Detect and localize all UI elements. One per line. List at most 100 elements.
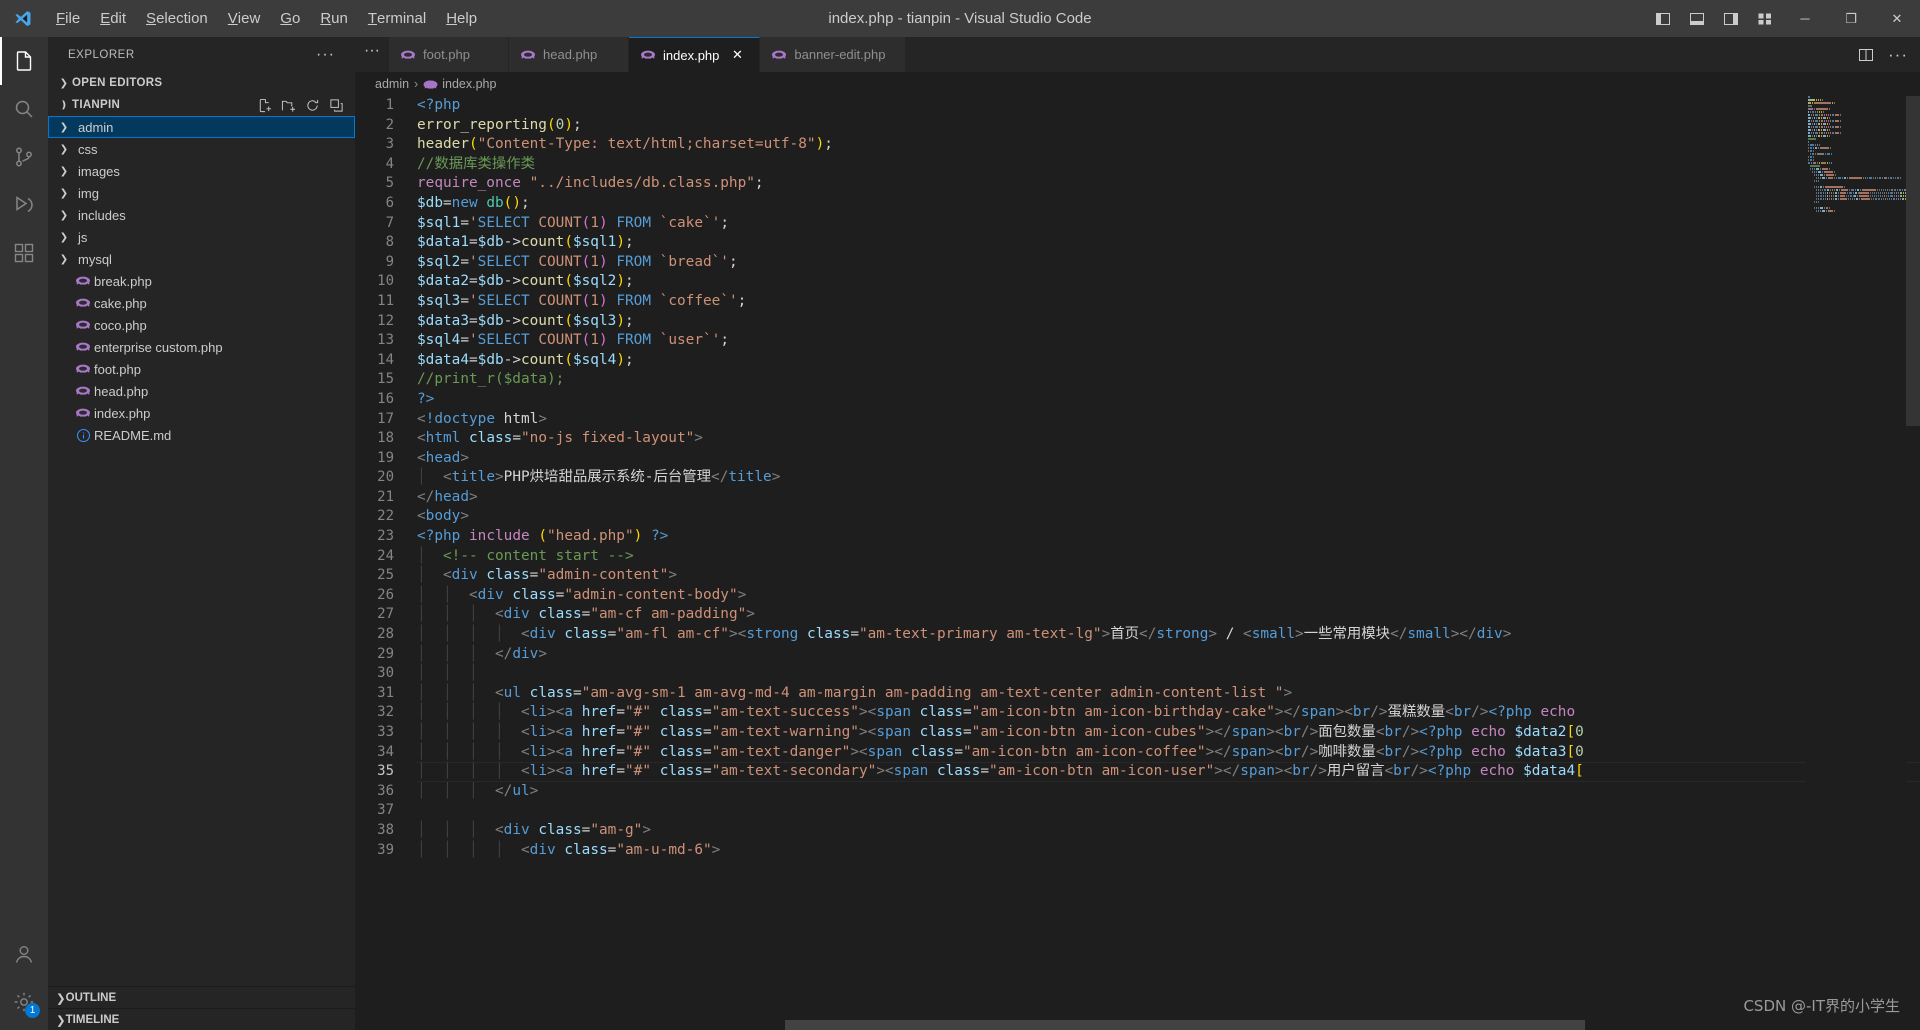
- menu-item-go[interactable]: Go: [270, 0, 310, 37]
- code-line[interactable]: 18 <html class="no-js fixed-layout">: [355, 429, 1920, 449]
- tab-close-icon[interactable]: ✕: [727, 45, 747, 65]
- menu-item-file[interactable]: File: [46, 0, 90, 37]
- code-line[interactable]: 21 </head>: [355, 488, 1920, 508]
- code-line[interactable]: 20 │ <title>PHP烘培甜品展示系统-后台管理</title>: [355, 468, 1920, 488]
- code-line[interactable]: 38 │ │ │ <div class="am-g">: [355, 821, 1920, 841]
- menu-item-run[interactable]: Run: [310, 0, 358, 37]
- code-line[interactable]: 36 │ │ │ </ul>: [355, 782, 1920, 802]
- section-open-editors[interactable]: ❯ OPEN EDITORS: [48, 72, 355, 94]
- settings-gear-icon[interactable]: 1: [0, 978, 48, 1026]
- extensions-icon[interactable]: [0, 229, 48, 277]
- menu-item-view[interactable]: View: [218, 0, 271, 37]
- minimap[interactable]: [1806, 96, 1906, 1030]
- code-line[interactable]: 13 $sql4='SELECT COUNT(1) FROM `user`';: [355, 331, 1920, 351]
- tab-foot-php[interactable]: foot.php: [389, 37, 509, 72]
- code-line[interactable]: 24 │ <!-- content start -->: [355, 547, 1920, 567]
- menu-item-help[interactable]: Help: [436, 0, 487, 37]
- tree-item-includes[interactable]: ❯ includes: [48, 204, 355, 226]
- code-line[interactable]: 3 header("Content-Type: text/html;charset…: [355, 135, 1920, 155]
- code-line[interactable]: 28 │ │ │ │ <div class="am-fl am-cf"><stro…: [355, 625, 1920, 645]
- code-lines[interactable]: 1 <?php 2 error_reporting(0); 3 header("Conte…: [355, 96, 1920, 1030]
- code-line[interactable]: 23 <?php include ("head.php") ?>: [355, 527, 1920, 547]
- code-line[interactable]: 29 │ │ │ </div>: [355, 645, 1920, 665]
- refresh-icon[interactable]: [301, 94, 323, 116]
- collapse-all-icon[interactable]: [325, 94, 347, 116]
- code-line[interactable]: 19 <head>: [355, 449, 1920, 469]
- tree-item-foot-php[interactable]: foot.php: [48, 358, 355, 380]
- code-line[interactable]: 35 │ │ │ │ <li><a href="#" class="am-text…: [355, 762, 1920, 782]
- tab-head-php[interactable]: head.php: [509, 37, 629, 72]
- tree-item-admin[interactable]: ❯ admin: [48, 116, 355, 138]
- panel-right-icon[interactable]: [1714, 0, 1748, 37]
- sidebar-more-actions-icon[interactable]: ···: [316, 46, 335, 64]
- overflow-tabs-icon[interactable]: ···: [355, 37, 389, 65]
- section-outline[interactable]: ❯ OUTLINE: [48, 986, 355, 1008]
- code-line[interactable]: 37: [355, 801, 1920, 821]
- code-line[interactable]: 33 │ │ │ │ <li><a href="#" class="am-text…: [355, 723, 1920, 743]
- source-control-icon[interactable]: [0, 133, 48, 181]
- code-line[interactable]: 6 $db=new db();: [355, 194, 1920, 214]
- accounts-icon[interactable]: [0, 930, 48, 978]
- search-icon[interactable]: [0, 85, 48, 133]
- code-line[interactable]: 25 │ <div class="admin-content">: [355, 566, 1920, 586]
- tree-item-coco-php[interactable]: coco.php: [48, 314, 355, 336]
- run-debug-icon[interactable]: [0, 181, 48, 229]
- close-button[interactable]: ✕: [1874, 0, 1920, 37]
- vertical-scrollbar[interactable]: [1906, 96, 1920, 1030]
- maximize-button[interactable]: ❐: [1828, 0, 1874, 37]
- tree-item-index-php[interactable]: index.php: [48, 402, 355, 424]
- code-line[interactable]: 12 $data3=$db->count($sql3);: [355, 312, 1920, 332]
- tree-item-readme-md[interactable]: README.md: [48, 424, 355, 446]
- code-line[interactable]: 9 $sql2='SELECT COUNT(1) FROM `bread`';: [355, 253, 1920, 273]
- code-line[interactable]: 31 │ │ │ <ul class="am-avg-sm-1 am-avg-md…: [355, 684, 1920, 704]
- code-line[interactable]: 26 │ │ <div class="admin-content-body">: [355, 586, 1920, 606]
- menu-item-terminal[interactable]: Terminal: [358, 0, 436, 37]
- code-line[interactable]: 2 error_reporting(0);: [355, 116, 1920, 136]
- code-line[interactable]: 30 │ │ │: [355, 664, 1920, 684]
- split-editor-icon[interactable]: [1852, 41, 1880, 69]
- tree-item-enterprise-custom-php[interactable]: enterprise custom.php: [48, 336, 355, 358]
- tree-item-js[interactable]: ❯ js: [48, 226, 355, 248]
- code-line[interactable]: 22 <body>: [355, 507, 1920, 527]
- tree-item-images[interactable]: ❯ images: [48, 160, 355, 182]
- code-line[interactable]: 1 <?php: [355, 96, 1920, 116]
- horizontal-scrollbar[interactable]: [785, 1020, 1585, 1030]
- file-tree[interactable]: ❯ admin ❯ css ❯ images ❯ img ❯ includes ❯ js ❯ mysql b…: [48, 116, 355, 986]
- code-line[interactable]: 4 //数据库类操作类: [355, 155, 1920, 175]
- panel-bottom-icon[interactable]: [1680, 0, 1714, 37]
- tree-item-css[interactable]: ❯ css: [48, 138, 355, 160]
- scrollbar-thumb[interactable]: [1906, 96, 1920, 426]
- tab-banner-edit-php[interactable]: banner-edit.php: [760, 37, 907, 72]
- section-timeline[interactable]: ❯ TIMELINE: [48, 1008, 355, 1030]
- code-line[interactable]: 5 require_once "../includes/db.class.php"…: [355, 174, 1920, 194]
- code-line[interactable]: 7 $sql1='SELECT COUNT(1) FROM `cake`';: [355, 214, 1920, 234]
- tree-item-break-php[interactable]: break.php: [48, 270, 355, 292]
- code-line[interactable]: 32 │ │ │ │ <li><a href="#" class="am-text…: [355, 703, 1920, 723]
- menu-item-selection[interactable]: Selection: [136, 0, 218, 37]
- tree-item-img[interactable]: ❯ img: [48, 182, 355, 204]
- code-line[interactable]: 15 //print_r($data);: [355, 370, 1920, 390]
- minimize-button[interactable]: ─: [1782, 0, 1828, 37]
- tab-index-php[interactable]: index.php ✕: [629, 37, 761, 72]
- more-actions-icon[interactable]: ···: [1884, 41, 1912, 69]
- code-line[interactable]: 34 │ │ │ │ <li><a href="#" class="am-text…: [355, 743, 1920, 763]
- code-line[interactable]: 8 $data1=$db->count($sql1);: [355, 233, 1920, 253]
- tree-item-head-php[interactable]: head.php: [48, 380, 355, 402]
- panel-left-icon[interactable]: [1646, 0, 1680, 37]
- section-tianpin[interactable]: ❫ TIANPIN: [48, 94, 355, 116]
- customize-layout-icon[interactable]: [1748, 0, 1782, 37]
- code-line[interactable]: 17 <!doctype html>: [355, 410, 1920, 430]
- code-line[interactable]: 10 $data2=$db->count($sql2);: [355, 272, 1920, 292]
- code-line[interactable]: 11 $sql3='SELECT COUNT(1) FROM `coffee`';: [355, 292, 1920, 312]
- breadcrumb-item-admin[interactable]: admin: [375, 77, 409, 91]
- breadcrumb-item-index[interactable]: index.php: [423, 77, 496, 92]
- code-line[interactable]: 39 │ │ │ │ <div class="am-u-md-6">: [355, 841, 1920, 861]
- tree-item-mysql[interactable]: ❯ mysql: [48, 248, 355, 270]
- code-line[interactable]: 16 ?>: [355, 390, 1920, 410]
- menu-item-edit[interactable]: Edit: [90, 0, 136, 37]
- code-line[interactable]: 27 │ │ │ <div class="am-cf am-padding">: [355, 605, 1920, 625]
- new-folder-icon[interactable]: [277, 94, 299, 116]
- code-editor[interactable]: 1 <?php 2 error_reporting(0); 3 header("Conte…: [355, 96, 1920, 1030]
- explorer-icon[interactable]: [0, 37, 48, 85]
- tree-item-cake-php[interactable]: cake.php: [48, 292, 355, 314]
